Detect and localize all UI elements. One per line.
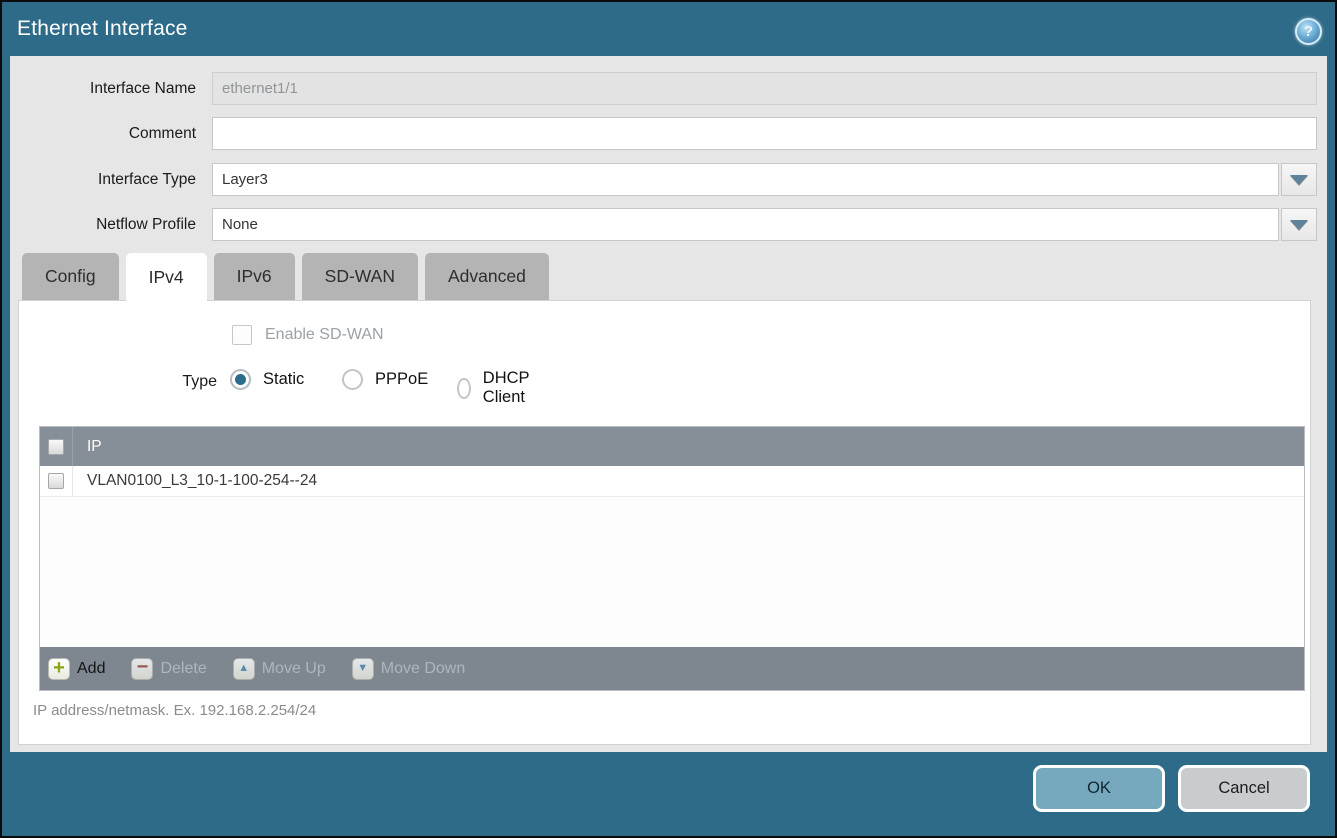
ip-column-header: IP (73, 438, 102, 456)
radio-icon (230, 369, 251, 390)
help-icon[interactable]: ? (1295, 18, 1322, 45)
add-button[interactable]: + Add (48, 658, 105, 680)
plus-icon: + (48, 658, 70, 680)
interface-name-row: Interface Name (10, 72, 1327, 105)
radio-icon (457, 378, 471, 399)
ip-address-table: IP VLAN0100_L3_10-1-100-254--24 + Add (39, 426, 1305, 691)
chevron-down-icon (1290, 175, 1308, 185)
ok-button-label: OK (1087, 779, 1111, 798)
move-up-button-label: Move Up (262, 660, 326, 678)
ip-format-hint: IP address/netmask. Ex. 192.168.2.254/24 (33, 702, 316, 719)
row-checkbox[interactable] (48, 473, 64, 489)
interface-type-label: Interface Type (10, 163, 206, 196)
radio-static-label: Static (263, 370, 304, 389)
move-down-button: ▼ Move Down (352, 658, 465, 680)
ipv4-tab-panel: Enable SD-WAN Type Static PPPoE DHCP Cli… (18, 300, 1311, 745)
select-all-checkbox[interactable] (48, 439, 64, 455)
chevron-down-icon (1290, 220, 1308, 230)
delete-button-label: Delete (160, 660, 206, 678)
interface-type-dropdown-button[interactable] (1281, 163, 1317, 196)
help-icon-glyph: ? (1304, 23, 1313, 40)
netflow-profile-field[interactable] (212, 208, 1279, 241)
header-checkbox-cell (40, 427, 73, 466)
dialog-content: Interface Name Comment Interface Type Ne… (10, 56, 1327, 752)
comment-row: Comment (10, 117, 1327, 150)
dialog-title: Ethernet Interface (17, 17, 188, 41)
type-label: Type (19, 369, 217, 395)
table-row[interactable]: VLAN0100_L3_10-1-100-254--24 (40, 466, 1304, 497)
radio-icon (342, 369, 363, 390)
ok-button[interactable]: OK (1033, 765, 1165, 812)
arrow-down-icon: ▼ (352, 658, 374, 680)
tab-advanced[interactable]: Advanced (425, 253, 549, 300)
minus-icon: − (131, 658, 153, 680)
move-down-button-label: Move Down (381, 660, 465, 678)
enable-sdwan-row: Enable SD-WAN (232, 325, 384, 345)
comment-field[interactable] (212, 117, 1317, 150)
interface-type-field[interactable] (212, 163, 1279, 196)
netflow-profile-dropdown-button[interactable] (1281, 208, 1317, 241)
tab-ipv6[interactable]: IPv6 (214, 253, 295, 300)
netflow-profile-label: Netflow Profile (10, 208, 206, 241)
delete-button: − Delete (131, 658, 206, 680)
ip-cell: VLAN0100_L3_10-1-100-254--24 (73, 472, 317, 490)
ethernet-interface-dialog: Ethernet Interface ? Interface Name Comm… (0, 0, 1337, 838)
tab-advanced-label: Advanced (448, 266, 526, 287)
radio-pppoe[interactable]: PPPoE (342, 369, 428, 390)
radio-pppoe-label: PPPoE (375, 370, 428, 389)
table-body: VLAN0100_L3_10-1-100-254--24 (40, 466, 1304, 647)
tab-sdwan-label: SD-WAN (325, 266, 395, 287)
cancel-button[interactable]: Cancel (1178, 765, 1310, 812)
row-checkbox-cell (40, 466, 73, 496)
table-header: IP (40, 427, 1304, 466)
tab-strip: Config IPv4 IPv6 SD-WAN Advanced (22, 253, 549, 300)
enable-sdwan-checkbox (232, 325, 252, 345)
title-bar: Ethernet Interface (2, 2, 1335, 56)
radio-dhcp-client-label: DHCP Client (483, 369, 537, 407)
radio-static[interactable]: Static (230, 369, 304, 390)
tab-ipv6-label: IPv6 (237, 266, 272, 287)
tab-ipv4[interactable]: IPv4 (126, 253, 207, 302)
arrow-up-icon: ▲ (233, 658, 255, 680)
cancel-button-label: Cancel (1218, 779, 1269, 798)
radio-dhcp-client[interactable]: DHCP Client (457, 369, 536, 407)
comment-label: Comment (10, 117, 206, 150)
enable-sdwan-label: Enable SD-WAN (265, 326, 384, 344)
interface-type-row: Interface Type (10, 163, 1327, 196)
interface-name-field (212, 72, 1317, 105)
tab-config[interactable]: Config (22, 253, 119, 300)
interface-name-label: Interface Name (10, 72, 206, 105)
move-up-button: ▲ Move Up (233, 658, 326, 680)
tab-config-label: Config (45, 266, 96, 287)
add-button-label: Add (77, 660, 105, 678)
netflow-profile-row: Netflow Profile (10, 208, 1327, 241)
tab-sdwan[interactable]: SD-WAN (302, 253, 418, 300)
tab-ipv4-label: IPv4 (149, 267, 184, 288)
table-toolbar: + Add − Delete ▲ Move Up ▼ Move Down (40, 647, 1304, 690)
